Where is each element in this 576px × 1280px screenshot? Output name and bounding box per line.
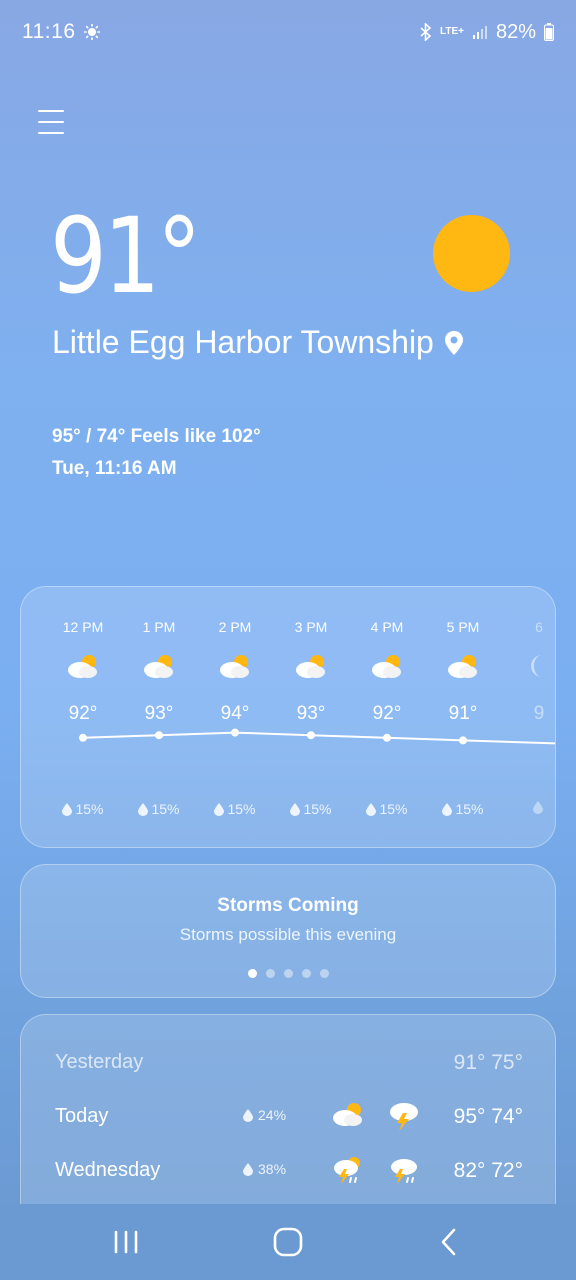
- partly-sunny-icon: [446, 653, 480, 679]
- trend-point: [231, 728, 239, 737]
- trend-point: [307, 731, 315, 740]
- recent-apps-button[interactable]: [106, 1226, 146, 1258]
- menu-button[interactable]: [38, 110, 66, 138]
- rain-drop-icon: [532, 801, 543, 814]
- rain-drop-icon: [243, 1162, 253, 1176]
- hour-precipitation: 15%: [425, 801, 501, 817]
- hour-precipitation: 15%: [349, 801, 425, 817]
- hour-temperature: 92°: [372, 703, 402, 724]
- partly-sunny-icon: [294, 653, 328, 679]
- hour-time: 1 PM: [142, 619, 176, 635]
- current-datetime: Tue, 11:16 AM: [52, 458, 177, 479]
- location-row[interactable]: Little Egg Harbor Township: [52, 324, 464, 361]
- rain-drop-icon: [442, 802, 453, 816]
- hour-precipitation: 15%: [45, 801, 121, 817]
- moon-icon: [522, 653, 555, 679]
- trend-point: [383, 733, 391, 742]
- page-indicator: [21, 969, 555, 978]
- partly-sunny-icon: [370, 653, 404, 679]
- page-dot[interactable]: [265, 969, 275, 978]
- sunny-icon: [433, 215, 510, 292]
- precip-value: 15%: [379, 801, 408, 817]
- rain-drop-icon: [243, 1108, 253, 1122]
- precip-value: 15%: [75, 801, 104, 817]
- hourly-forecast-card[interactable]: 12 PM 92° 15% 1 PM 93° 15% 2 PM 94° 15% 3 PM 93° 15…: [20, 586, 556, 848]
- battery-icon: [544, 23, 554, 41]
- day-name: Yesterday: [55, 1051, 144, 1073]
- hour-temperature: 93°: [144, 703, 174, 724]
- precip-value: 15%: [151, 801, 180, 817]
- hour-time: 3 PM: [294, 619, 328, 635]
- rain-drop-icon: [214, 802, 225, 816]
- daily-row[interactable]: Wednesday 38% 82° 72°: [21, 1151, 555, 1191]
- hour-time: 4 PM: [370, 619, 404, 635]
- storms-alert-card[interactable]: Storms Coming Storms possible this eveni…: [20, 864, 556, 998]
- storms-subtitle: Storms possible this evening: [179, 925, 397, 944]
- hour-temperature: 91°: [448, 703, 478, 724]
- hour-precipitation: 15%: [121, 801, 197, 817]
- rain-drop-icon: [290, 802, 301, 816]
- page-dot[interactable]: [247, 969, 257, 978]
- hour-temperature: 9: [533, 703, 545, 724]
- day-high-low: 91° 75°: [453, 1051, 523, 1074]
- precip-value: 15%: [303, 801, 332, 817]
- thunder-rain-icon: [387, 1155, 421, 1185]
- sun-status-icon: [84, 24, 100, 40]
- day-precipitation: 38%: [243, 1161, 286, 1177]
- hour-temperature: 94°: [220, 703, 250, 724]
- trend-point: [459, 736, 467, 745]
- trend-point: [79, 733, 87, 742]
- hour-time: 5 PM: [446, 619, 480, 635]
- signal-icon: [472, 26, 487, 39]
- rain-drop-icon: [62, 802, 73, 816]
- sun-thunder-rain-icon: [331, 1155, 365, 1185]
- trend-point: [155, 731, 163, 740]
- high-low-feels-like: 95° / 74° Feels like 102°: [52, 426, 261, 447]
- precip-value: 15%: [227, 801, 256, 817]
- thunderstorm-icon: [387, 1101, 421, 1131]
- battery-percent: 82%: [495, 20, 536, 43]
- page-dot[interactable]: [283, 969, 293, 978]
- partly-sunny-icon: [331, 1101, 365, 1131]
- hour-temperature: 93°: [296, 703, 326, 724]
- status-bar: 11:16 LTE+ 82%: [0, 0, 576, 64]
- partly-sunny-icon: [218, 653, 252, 679]
- hour-precipitation: 15%: [273, 801, 349, 817]
- rain-drop-icon: [366, 802, 377, 816]
- day-name: Wednesday: [55, 1159, 161, 1181]
- partly-sunny-icon: [66, 653, 100, 679]
- rain-drop-icon: [138, 802, 149, 816]
- hour-time: 6: [535, 619, 543, 635]
- hour-precipitation: 15%: [197, 801, 273, 817]
- back-button[interactable]: [430, 1226, 470, 1258]
- navigation-bar: [0, 1204, 576, 1280]
- day-high-low: 82° 72°: [453, 1159, 523, 1182]
- partly-sunny-icon: [142, 653, 176, 679]
- precip-value: 15%: [455, 801, 484, 817]
- status-right: LTE+ 82%: [420, 20, 554, 44]
- storms-title: Storms Coming: [217, 895, 359, 916]
- bluetooth-icon: [420, 23, 432, 41]
- day-precipitation: 24%: [243, 1107, 286, 1123]
- day-name: Today: [55, 1105, 109, 1127]
- status-time: 11:16: [22, 20, 76, 43]
- page-dot[interactable]: [301, 969, 311, 978]
- daily-row[interactable]: Yesterday 91° 75°: [21, 1043, 555, 1083]
- current-temperature: 91°: [50, 195, 202, 317]
- location-name: Little Egg Harbor Township: [52, 324, 434, 360]
- location-pin-icon: [444, 330, 463, 355]
- home-button[interactable]: [268, 1226, 308, 1258]
- hour-time: 2 PM: [218, 619, 252, 635]
- menu-icon: [38, 110, 64, 112]
- hour-precipitation: [501, 801, 555, 814]
- page-dot[interactable]: [319, 969, 329, 978]
- day-high-low: 95° 74°: [453, 1105, 523, 1128]
- network-type: LTE+: [439, 26, 464, 37]
- daily-row[interactable]: Today 24% 95° 74°: [21, 1097, 555, 1137]
- hour-temperature: 92°: [68, 703, 98, 724]
- precip-value: 38%: [258, 1161, 287, 1177]
- precip-value: 24%: [258, 1107, 287, 1123]
- hour-time: 12 PM: [62, 619, 104, 635]
